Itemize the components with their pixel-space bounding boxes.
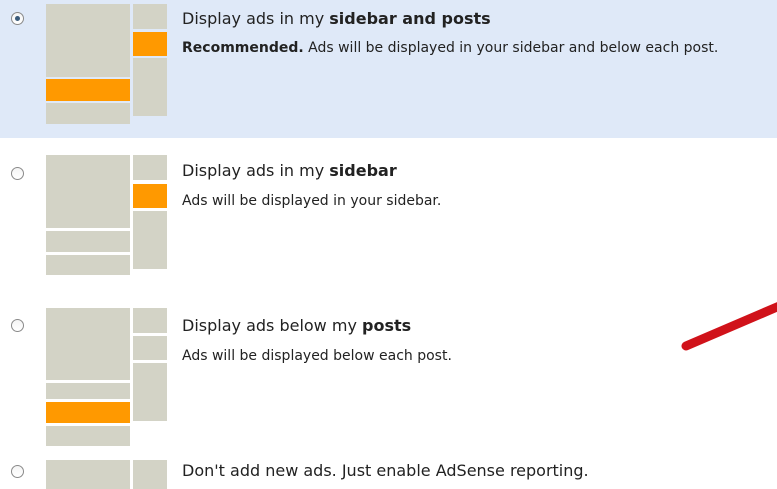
option-title: Display ads in my sidebar (182, 161, 397, 180)
option-sidebar-and-posts[interactable]: Display ads in my sidebar and posts Reco… (0, 0, 777, 138)
ad-placement-options: Display ads in my sidebar and posts Reco… (0, 0, 777, 489)
option-title: Don't add new ads. Just enable AdSense r… (182, 461, 589, 480)
option-description: Recommended. Ads will be displayed in yo… (182, 40, 719, 56)
option-reporting-only[interactable]: Don't add new ads. Just enable AdSense r… (0, 438, 777, 489)
layout-thumbnail-posts (46, 308, 167, 446)
layout-thumbnail-reporting-only (46, 460, 167, 489)
radio-sidebar[interactable] (11, 167, 24, 180)
radio-posts[interactable] (11, 319, 24, 332)
option-posts[interactable]: Display ads below my posts Ads will be d… (0, 288, 777, 446)
radio-reporting-only[interactable] (11, 465, 24, 478)
option-title: Display ads below my posts (182, 316, 412, 335)
option-description: Ads will be displayed in your sidebar. (182, 193, 442, 209)
red-annotation-arrow (681, 302, 777, 351)
radio-sidebar-and-posts[interactable] (11, 12, 24, 25)
layout-thumbnail-sidebar (46, 155, 167, 275)
option-sidebar[interactable]: Display ads in my sidebar Ads will be di… (0, 138, 777, 288)
layout-thumbnail-sidebar-and-posts (46, 4, 167, 124)
option-title: Display ads in my sidebar and posts (182, 9, 491, 28)
